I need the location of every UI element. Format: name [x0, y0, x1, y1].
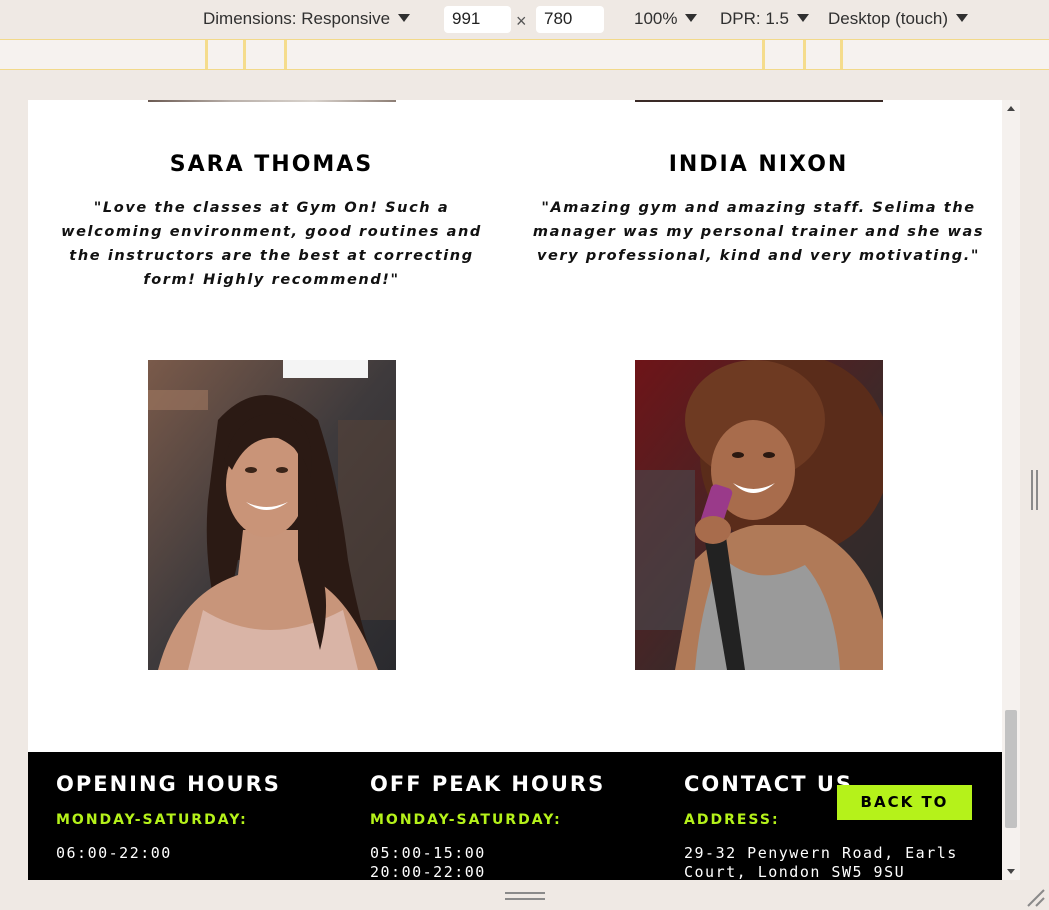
- hours-line: 06:00-22:00: [56, 844, 172, 862]
- opening-hours-days: MONDAY-SATURDAY:: [56, 812, 248, 828]
- device-mode-dropdown[interactable]: Desktop (touch): [828, 9, 968, 29]
- times-separator: ×: [516, 11, 527, 31]
- hours-line: 20:00-22:00: [370, 863, 486, 880]
- media-query-tick[interactable]: [840, 40, 843, 69]
- width-input[interactable]: 991: [444, 6, 511, 33]
- device-mode-label: Desktop (touch): [828, 9, 948, 28]
- off-peak-section: OFF PEAK HOURS MONDAY-SATURDAY: 05:00-15…: [370, 772, 605, 880]
- media-query-tick[interactable]: [762, 40, 765, 69]
- site-footer: OPENING HOURS MONDAY-SATURDAY: 06:00-22:…: [28, 752, 1002, 880]
- page-viewport: SARA THOMAS "Love the classes at Gym On!…: [28, 100, 1002, 880]
- previous-photo-edge: [635, 100, 883, 102]
- scroll-up-arrow-icon[interactable]: [1007, 106, 1015, 111]
- chevron-down-icon: [398, 14, 411, 22]
- testimonial-name: INDIA NIXON: [668, 152, 849, 177]
- off-peak-times: 05:00-15:00 20:00-22:00: [370, 844, 605, 880]
- testimonial-quote: "Love the classes at Gym On! Such a welc…: [61, 200, 482, 288]
- testimonial-photo: [635, 360, 883, 670]
- dpr-label: DPR: 1.5: [720, 9, 789, 28]
- devtools-device-toolbar: Dimensions: Responsive 991 × 780 100% DP…: [0, 0, 1049, 40]
- previous-photo-edge: [148, 100, 396, 102]
- opening-hours-times: 06:00-22:00: [56, 844, 281, 863]
- off-peak-title: OFF PEAK HOURS: [370, 772, 606, 796]
- opening-hours-title: OPENING HOURS: [56, 772, 281, 796]
- media-query-tick[interactable]: [205, 40, 208, 69]
- testimonial-photo: [148, 360, 396, 670]
- page-scrollbar[interactable]: [1002, 100, 1020, 880]
- dimensions-dropdown[interactable]: Dimensions: Responsive: [203, 9, 411, 29]
- height-input[interactable]: 780: [536, 6, 604, 33]
- chevron-down-icon: [956, 14, 968, 22]
- testimonial-name: SARA THOMAS: [169, 152, 374, 177]
- right-resize-handle[interactable]: [1030, 470, 1040, 510]
- media-query-ruler[interactable]: [0, 39, 1049, 70]
- off-peak-days: MONDAY-SATURDAY:: [370, 812, 562, 828]
- media-query-tick[interactable]: [243, 40, 246, 69]
- scroll-down-arrow-icon[interactable]: [1007, 869, 1015, 874]
- media-query-tick[interactable]: [284, 40, 287, 69]
- back-to-top-button[interactable]: BACK TO TOP: [837, 785, 972, 846]
- scrollbar-thumb[interactable]: [1005, 710, 1017, 828]
- media-query-tick[interactable]: [803, 40, 806, 69]
- zoom-label: 100%: [634, 9, 678, 28]
- zoom-dropdown[interactable]: 100%: [634, 9, 698, 29]
- chevron-down-icon: [796, 14, 809, 22]
- opening-hours-section: OPENING HOURS MONDAY-SATURDAY: 06:00-22:…: [56, 772, 281, 863]
- chevron-down-icon: [685, 14, 698, 22]
- bottom-resize-handle[interactable]: [505, 892, 545, 902]
- testimonial-quote: "Amazing gym and amazing staff. Selima t…: [532, 200, 985, 264]
- corner-resize-handle-icon[interactable]: [1024, 886, 1046, 908]
- hours-line: 05:00-15:00: [370, 844, 486, 862]
- dpr-dropdown[interactable]: DPR: 1.5: [720, 9, 809, 29]
- dimensions-label: Dimensions: Responsive: [203, 9, 391, 28]
- address-line: Court, London SW5 9SU: [684, 863, 906, 880]
